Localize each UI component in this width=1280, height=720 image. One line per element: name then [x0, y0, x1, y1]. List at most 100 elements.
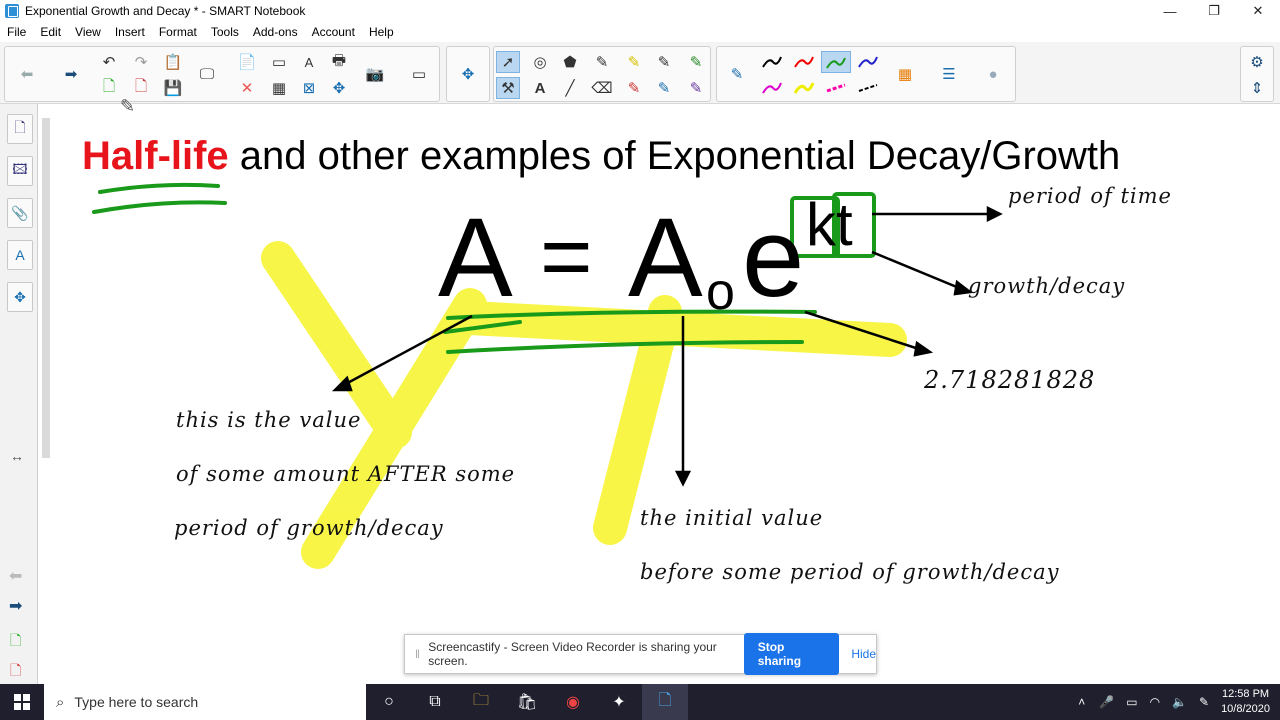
gallery-icon[interactable]: 🖾 [7, 156, 33, 186]
menu-tools[interactable]: Tools [204, 25, 246, 39]
select-icon[interactable]: ➚ [496, 51, 520, 73]
microphone-icon[interactable]: 🎤 [1099, 695, 1114, 709]
note-e-value[interactable]: 2.718281828 [924, 366, 1095, 394]
menu-add-ons[interactable]: Add-ons [246, 25, 305, 39]
pen-tool-icon[interactable]: ✎ [725, 63, 749, 85]
properties-icon[interactable]: A [7, 240, 33, 270]
menu-insert[interactable]: Insert [108, 25, 152, 39]
vertical-scrollbar[interactable] [40, 108, 52, 678]
pen-style-black-dash[interactable] [857, 79, 879, 97]
next-page-icon[interactable]: ➡ [59, 63, 83, 85]
shape-recognition-icon[interactable]: ✎ [622, 77, 646, 99]
add-ons-icon[interactable]: ✥ [327, 77, 351, 99]
file-explorer-icon[interactable]: 🗀 [458, 684, 504, 720]
eraser-icon[interactable]: ⌫ [590, 77, 614, 99]
measurement-tools-icon[interactable]: ⚒ [496, 77, 520, 99]
hide-button[interactable]: Hide [851, 647, 876, 661]
attachments-icon[interactable]: 📎 [7, 198, 33, 228]
note-initial-line-2[interactable]: before some period of growth/decay [640, 560, 1060, 584]
close-button[interactable]: ✕ [1236, 0, 1280, 22]
line-icon[interactable]: ╱ [558, 77, 582, 99]
menu-edit[interactable]: Edit [33, 25, 68, 39]
taskbar-search-box[interactable]: ⌕ Type here to search [44, 684, 366, 720]
table-icon[interactable]: ▦ [267, 77, 291, 99]
restore-button[interactable]: ❐ [1192, 0, 1236, 22]
clock[interactable]: 12:58 PM 10/8/2020 [1221, 687, 1270, 717]
pen-style-yellow[interactable] [793, 79, 815, 97]
creative-pen-icon[interactable]: ✎ [652, 51, 676, 73]
highlighter-icon[interactable]: ✎ [622, 51, 646, 73]
screen-shade-icon[interactable]: ▭ [267, 51, 291, 73]
pen-workspace-icon[interactable]: ✎ [1199, 695, 1209, 709]
resize-handle-icon[interactable]: ↔ [10, 448, 24, 464]
task-view-icon[interactable]: ⧉ [412, 684, 458, 720]
pen-style-green-selected[interactable] [821, 51, 851, 73]
slide-title[interactable]: Half-life and other examples of Exponent… [82, 134, 1120, 179]
handwriting-icon[interactable]: A [297, 51, 321, 73]
scrollbar-thumb[interactable] [42, 118, 50, 458]
show-hidden-icons-icon[interactable]: ˄ [1078, 695, 1085, 709]
line-style-icon[interactable]: ☰ [937, 63, 961, 85]
pen-style-pink-dash[interactable] [825, 79, 847, 97]
store-icon[interactable]: 🛍 [504, 684, 550, 720]
minimize-button[interactable]: — [1148, 0, 1192, 22]
text-icon[interactable]: A [528, 77, 552, 99]
previous-page-icon[interactable]: ⬅ [15, 63, 39, 85]
pen-style-black[interactable] [761, 53, 783, 71]
formula-subscript[interactable]: o [706, 262, 735, 322]
page-sorter-icon[interactable]: 🗋 [7, 114, 33, 144]
menu-file[interactable]: File [0, 25, 33, 39]
note-growth-decay[interactable]: growth/decay [968, 274, 1125, 298]
gear-icon[interactable]: ⚙ [1245, 51, 1269, 73]
paste-special-icon[interactable]: 📄 [235, 51, 259, 73]
note-value-line-1[interactable]: this is the value [176, 408, 361, 432]
menu-account[interactable]: Account [305, 25, 362, 39]
undo-icon[interactable]: ↶ [97, 51, 121, 73]
drag-grip-icon[interactable]: ‖ [415, 647, 424, 661]
menu-help[interactable]: Help [362, 25, 401, 39]
add-page-icon[interactable]: 🗋 [97, 77, 121, 99]
formula-e[interactable]: e [742, 198, 804, 318]
note-period-of-time[interactable]: period of time [1008, 184, 1172, 208]
save-icon[interactable]: 💾 [161, 77, 185, 99]
puzzle-icon[interactable]: ✥ [456, 63, 480, 85]
add-ons-tab-icon[interactable]: ✥ [7, 282, 33, 312]
full-screen-icon[interactable]: ⊠ [297, 77, 321, 99]
note-value-line-3[interactable]: period of growth/decay [174, 516, 444, 540]
delete-icon[interactable]: ✕ [235, 77, 259, 99]
view-screens-icon[interactable]: 🖵 [195, 63, 219, 85]
camera-icon[interactable]: 📷 [363, 63, 387, 85]
cortana-icon[interactable]: ○ [366, 684, 412, 720]
shapes-icon[interactable]: ◎ [528, 51, 552, 73]
note-initial-line-1[interactable]: the initial value [640, 506, 823, 530]
pen-style-blue[interactable] [857, 53, 879, 71]
fill-icon[interactable]: ⬟ [558, 51, 582, 73]
magic-pen-icon[interactable]: ✎ [590, 51, 614, 73]
smart-notebook-taskbar-icon[interactable]: 🗋 [642, 684, 688, 720]
document-camera-icon[interactable]: ▭ [407, 63, 431, 85]
note-value-line-2[interactable]: of some amount AFTER some [176, 462, 515, 486]
print-icon[interactable]: 🖶 [327, 51, 351, 73]
side-previous-icon[interactable]: ⬅ [9, 566, 22, 586]
stop-sharing-button[interactable]: Stop sharing [743, 633, 840, 675]
formula-A0[interactable]: A [628, 198, 703, 318]
pen-icon[interactable]: ✎ [684, 51, 708, 73]
formula-A[interactable]: A [438, 198, 513, 318]
menu-view[interactable]: View [68, 25, 108, 39]
pen-style-magenta[interactable] [761, 79, 783, 97]
formula-exponent[interactable]: kt [806, 190, 853, 260]
pen-style-red[interactable] [793, 53, 815, 71]
paste-icon[interactable]: 📋 [161, 51, 185, 73]
battery-icon[interactable]: ▭ [1126, 695, 1137, 709]
screencastify-icon[interactable]: ✦ [596, 684, 642, 720]
side-add-page-icon[interactable]: 🗋 [10, 630, 21, 654]
side-delete-page-icon[interactable]: 🗋 [10, 660, 21, 684]
network-icon[interactable]: ◠ [1150, 695, 1160, 709]
calligraphic-pen-icon[interactable]: ✎ [652, 77, 676, 99]
start-button[interactable] [0, 684, 44, 720]
magic-pen-2-icon[interactable]: ✎ [684, 77, 708, 99]
toolbar-position-icon[interactable]: ⇕ [1245, 77, 1269, 99]
side-next-icon[interactable]: ➡ [9, 596, 22, 616]
chrome-icon[interactable]: ◉ [550, 684, 596, 720]
volume-icon[interactable]: 🔈 [1172, 695, 1187, 709]
